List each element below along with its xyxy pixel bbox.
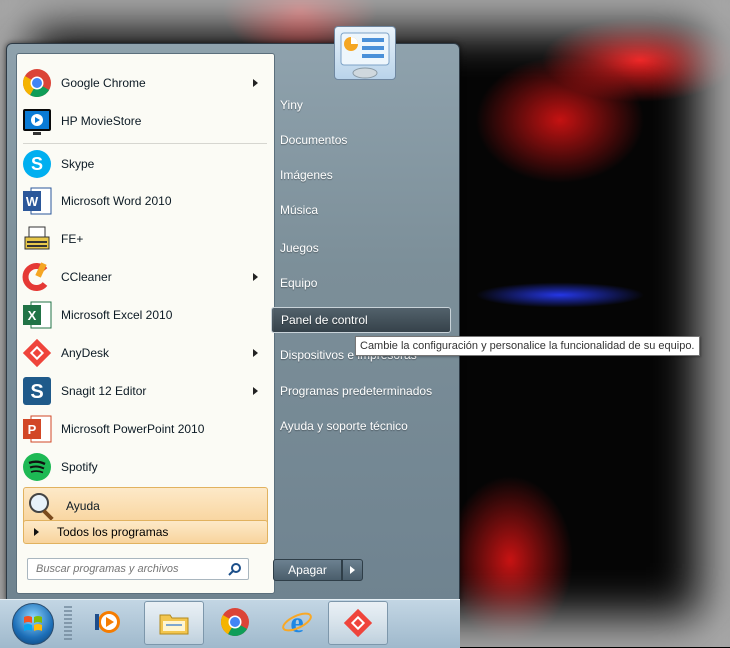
start-menu: Google Chrome HP MovieStore S Skype W Mi… xyxy=(6,26,460,601)
svg-text:e: e xyxy=(290,606,303,638)
programs-pane: Google Chrome HP MovieStore S Skype W Mi… xyxy=(16,53,275,594)
program-label: Snagit 12 Editor xyxy=(61,384,147,398)
svg-text:W: W xyxy=(26,194,39,209)
program-item-anydesk[interactable]: AnyDesk xyxy=(19,335,270,371)
program-label: Microsoft Excel 2010 xyxy=(61,308,173,322)
taskbar: e xyxy=(0,599,460,648)
program-label: Google Chrome xyxy=(61,76,146,90)
submenu-arrow-icon[interactable] xyxy=(253,349,258,357)
program-item-snagit[interactable]: S Snagit 12 Editor xyxy=(19,373,270,409)
program-item-fe-plus[interactable]: FE+ xyxy=(19,221,270,257)
ccleaner-icon xyxy=(21,261,53,293)
right-item-label: Documentos xyxy=(280,133,348,147)
program-item-chrome[interactable]: Google Chrome xyxy=(19,65,270,101)
program-label: FE+ xyxy=(61,232,84,246)
right-item-label: Yiny xyxy=(280,98,303,112)
control-panel-icon xyxy=(340,32,390,79)
submenu-arrow-icon[interactable] xyxy=(253,387,258,395)
right-item-label: Panel de control xyxy=(281,313,368,327)
right-item-documentos[interactable]: Documentos xyxy=(271,127,451,153)
anydesk-icon xyxy=(21,337,53,369)
right-item-label: Imágenes xyxy=(280,168,333,182)
arrow-right-icon xyxy=(350,566,355,574)
program-label: Ayuda xyxy=(66,499,100,513)
right-item-equipo[interactable]: Equipo xyxy=(271,270,451,296)
shutdown-options-button[interactable] xyxy=(342,559,363,581)
program-label: Microsoft Word 2010 xyxy=(61,194,172,208)
user-picture[interactable] xyxy=(334,26,396,80)
program-label: Spotify xyxy=(61,460,98,474)
program-label: CCleaner xyxy=(61,270,112,284)
program-item-hp-moviestore[interactable]: HP MovieStore xyxy=(19,103,270,139)
right-item-label: Juegos xyxy=(280,241,319,255)
right-item-imagenes[interactable]: Imágenes xyxy=(271,162,451,188)
hp-moviestore-icon xyxy=(21,105,53,137)
program-item-spotify[interactable]: Spotify xyxy=(19,449,270,485)
word-icon: W xyxy=(21,185,53,217)
separator xyxy=(23,143,267,144)
svg-text:P: P xyxy=(28,422,37,437)
taskbar-chrome[interactable] xyxy=(206,601,264,643)
search-box[interactable] xyxy=(27,558,249,580)
right-item-programas-predeterminados[interactable]: Programas predeterminados xyxy=(271,378,451,404)
all-programs-label: Todos los programas xyxy=(57,525,169,539)
submenu-arrow-icon[interactable] xyxy=(253,79,258,87)
right-item-juegos[interactable]: Juegos xyxy=(271,235,451,261)
program-label: HP MovieStore xyxy=(61,114,142,128)
excel-icon: X xyxy=(21,299,53,331)
powerpoint-icon: P xyxy=(21,413,53,445)
svg-text:S: S xyxy=(30,381,43,403)
search-icon[interactable] xyxy=(228,562,242,576)
right-item-user[interactable]: Yiny xyxy=(271,92,451,118)
windows-logo-icon xyxy=(24,616,42,631)
file-explorer-icon xyxy=(158,607,190,639)
arrow-right-icon xyxy=(34,528,39,536)
taskbar-grip[interactable] xyxy=(64,606,72,640)
program-item-skype[interactable]: S Skype xyxy=(19,146,270,182)
program-item-excel[interactable]: X Microsoft Excel 2010 xyxy=(19,297,270,333)
submenu-arrow-icon[interactable] xyxy=(253,273,258,281)
shutdown-button[interactable]: Apagar xyxy=(273,559,342,581)
fe-plus-icon xyxy=(21,223,53,255)
skype-icon: S xyxy=(21,148,53,180)
program-label: Microsoft PowerPoint 2010 xyxy=(61,422,205,436)
taskbar-anydesk[interactable] xyxy=(328,601,388,645)
taskbar-file-explorer[interactable] xyxy=(144,601,204,645)
right-item-label: Equipo xyxy=(280,276,318,290)
svg-text:X: X xyxy=(28,308,37,323)
taskbar-internet-explorer[interactable]: e xyxy=(268,601,326,643)
right-item-panel-de-control[interactable]: Panel de control xyxy=(271,307,451,333)
spotify-icon xyxy=(21,451,53,483)
program-label: AnyDesk xyxy=(61,346,110,360)
all-programs-button[interactable]: Todos los programas xyxy=(23,520,268,544)
right-item-label: Ayuda y soporte técnico xyxy=(280,419,408,433)
right-item-label: Música xyxy=(280,203,319,217)
internet-explorer-icon: e xyxy=(281,606,313,639)
tooltip: Cambie la configuración y personalice la… xyxy=(355,336,700,356)
right-item-musica[interactable]: Música xyxy=(271,197,451,223)
media-player-icon xyxy=(95,606,127,638)
chrome-icon xyxy=(219,606,251,638)
program-item-ccleaner[interactable]: CCleaner xyxy=(19,259,270,295)
program-item-powerpoint[interactable]: P Microsoft PowerPoint 2010 xyxy=(19,411,270,447)
right-item-label: Programas predeterminados xyxy=(280,384,433,398)
search-input[interactable] xyxy=(34,562,228,576)
chrome-icon xyxy=(21,67,53,99)
taskbar-media-player[interactable] xyxy=(82,601,140,643)
program-label: Skype xyxy=(61,157,95,171)
magnifier-icon xyxy=(26,490,58,522)
snagit-icon: S xyxy=(21,375,53,407)
program-item-word[interactable]: W Microsoft Word 2010 xyxy=(19,183,270,219)
start-button[interactable] xyxy=(12,603,54,645)
right-item-ayuda-soporte[interactable]: Ayuda y soporte técnico xyxy=(271,413,451,439)
anydesk-icon xyxy=(342,607,374,639)
svg-text:S: S xyxy=(31,154,43,174)
